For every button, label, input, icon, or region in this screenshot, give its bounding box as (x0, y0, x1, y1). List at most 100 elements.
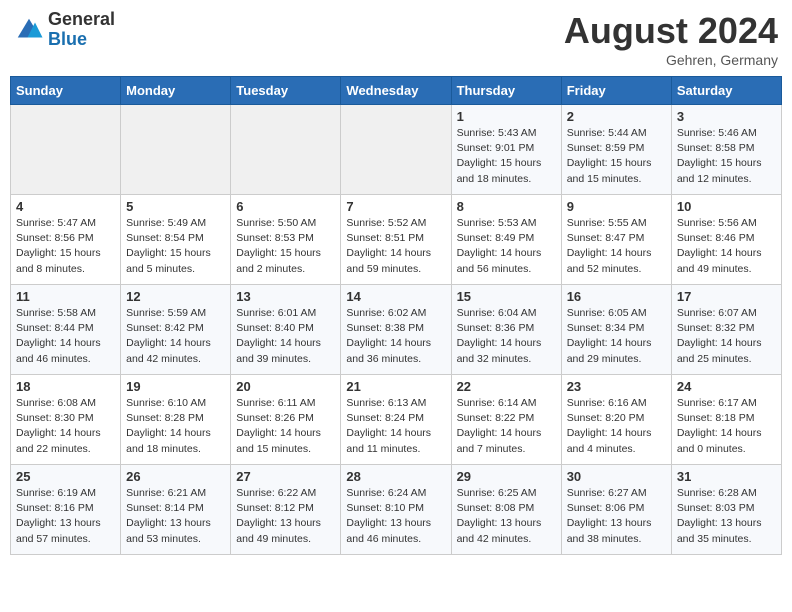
day-number: 13 (236, 289, 335, 304)
day-info: Sunrise: 6:10 AM Sunset: 8:28 PM Dayligh… (126, 396, 225, 457)
day-info: Sunrise: 6:08 AM Sunset: 8:30 PM Dayligh… (16, 396, 115, 457)
day-cell: 23Sunrise: 6:16 AM Sunset: 8:20 PM Dayli… (561, 375, 671, 465)
day-number: 30 (567, 469, 666, 484)
day-info: Sunrise: 5:56 AM Sunset: 8:46 PM Dayligh… (677, 216, 776, 277)
month-title: August 2024 (564, 10, 778, 52)
calendar-table: SundayMondayTuesdayWednesdayThursdayFrid… (10, 76, 782, 555)
day-info: Sunrise: 5:55 AM Sunset: 8:47 PM Dayligh… (567, 216, 666, 277)
day-cell (341, 105, 451, 195)
day-info: Sunrise: 6:27 AM Sunset: 8:06 PM Dayligh… (567, 486, 666, 547)
day-cell (11, 105, 121, 195)
day-info: Sunrise: 6:04 AM Sunset: 8:36 PM Dayligh… (457, 306, 556, 367)
page-header: General Blue August 2024 Gehren, Germany (10, 10, 782, 68)
day-cell: 6 Sunrise: 5:50 AM Sunset: 8:53 PM Daylig… (231, 195, 341, 285)
day-info: Sunrise: 5:50 AM Sunset: 8:53 PM Dayligh… (236, 216, 335, 277)
logo-text: General Blue (48, 10, 115, 50)
day-number: 26 (126, 469, 225, 484)
day-info: Sunrise: 6:13 AM Sunset: 8:24 PM Dayligh… (346, 396, 445, 457)
day-info: Sunrise: 5:59 AM Sunset: 8:42 PM Dayligh… (126, 306, 225, 367)
day-cell: 17 Sunrise: 6:07 AM Sunset: 8:32 PM Dayli… (671, 285, 781, 375)
calendar-header: SundayMondayTuesdayWednesdayThursdayFrid… (11, 77, 782, 105)
day-info: Sunrise: 6:25 AM Sunset: 8:08 PM Dayligh… (457, 486, 556, 547)
day-number: 31 (677, 469, 776, 484)
day-info: Sunrise: 6:14 AM Sunset: 8:22 PM Dayligh… (457, 396, 556, 457)
day-cell: 24Sunrise: 6:17 AM Sunset: 8:18 PM Dayli… (671, 375, 781, 465)
day-info: Sunrise: 5:43 AM Sunset: 9:01 PM Dayligh… (457, 126, 556, 187)
day-header-wednesday: Wednesday (341, 77, 451, 105)
day-number: 19 (126, 379, 225, 394)
logo-general-text: General (48, 10, 115, 30)
week-row-3: 11 Sunrise: 5:58 AM Sunset: 8:44 PM Dayli… (11, 285, 782, 375)
day-number: 8 (457, 199, 556, 214)
week-row-5: 25 Sunrise: 6:19 AM Sunset: 8:16 PM Dayli… (11, 465, 782, 555)
day-number: 3 (677, 109, 776, 124)
day-header-tuesday: Tuesday (231, 77, 341, 105)
day-info: Sunrise: 6:16 AM Sunset: 8:20 PM Dayligh… (567, 396, 666, 457)
day-info: Sunrise: 6:07 AM Sunset: 8:32 PM Dayligh… (677, 306, 776, 367)
day-cell: 5 Sunrise: 5:49 AM Sunset: 8:54 PM Daylig… (121, 195, 231, 285)
day-info: Sunrise: 5:52 AM Sunset: 8:51 PM Dayligh… (346, 216, 445, 277)
day-number: 9 (567, 199, 666, 214)
day-info: Sunrise: 5:44 AM Sunset: 8:59 PM Dayligh… (567, 126, 666, 187)
day-number: 22 (457, 379, 556, 394)
day-header-monday: Monday (121, 77, 231, 105)
day-number: 7 (346, 199, 445, 214)
day-cell: 14Sunrise: 6:02 AM Sunset: 8:38 PM Dayli… (341, 285, 451, 375)
day-number: 24 (677, 379, 776, 394)
day-info: Sunrise: 6:28 AM Sunset: 8:03 PM Dayligh… (677, 486, 776, 547)
week-row-2: 4Sunrise: 5:47 AM Sunset: 8:56 PM Daylig… (11, 195, 782, 285)
day-cell: 18 Sunrise: 6:08 AM Sunset: 8:30 PM Dayli… (11, 375, 121, 465)
day-info: Sunrise: 6:02 AM Sunset: 8:38 PM Dayligh… (346, 306, 445, 367)
day-number: 12 (126, 289, 225, 304)
day-cell: 21Sunrise: 6:13 AM Sunset: 8:24 PM Dayli… (341, 375, 451, 465)
day-info: Sunrise: 6:05 AM Sunset: 8:34 PM Dayligh… (567, 306, 666, 367)
day-cell: 3 Sunrise: 5:46 AM Sunset: 8:58 PM Daylig… (671, 105, 781, 195)
day-number: 29 (457, 469, 556, 484)
day-cell: 4Sunrise: 5:47 AM Sunset: 8:56 PM Daylig… (11, 195, 121, 285)
day-number: 5 (126, 199, 225, 214)
day-info: Sunrise: 6:22 AM Sunset: 8:12 PM Dayligh… (236, 486, 335, 547)
day-number: 18 (16, 379, 115, 394)
location-text: Gehren, Germany (564, 52, 778, 68)
day-cell: 31 Sunrise: 6:28 AM Sunset: 8:03 PM Dayli… (671, 465, 781, 555)
day-number: 15 (457, 289, 556, 304)
day-cell: 27Sunrise: 6:22 AM Sunset: 8:12 PM Dayli… (231, 465, 341, 555)
day-info: Sunrise: 6:19 AM Sunset: 8:16 PM Dayligh… (16, 486, 115, 547)
day-info: Sunrise: 5:47 AM Sunset: 8:56 PM Dayligh… (16, 216, 115, 277)
day-cell: 9 Sunrise: 5:55 AM Sunset: 8:47 PM Daylig… (561, 195, 671, 285)
logo: General Blue (14, 10, 115, 50)
day-cell: 20 Sunrise: 6:11 AM Sunset: 8:26 PM Dayli… (231, 375, 341, 465)
day-header-saturday: Saturday (671, 77, 781, 105)
day-info: Sunrise: 5:53 AM Sunset: 8:49 PM Dayligh… (457, 216, 556, 277)
day-cell: 25 Sunrise: 6:19 AM Sunset: 8:16 PM Dayli… (11, 465, 121, 555)
header-row: SundayMondayTuesdayWednesdayThursdayFrid… (11, 77, 782, 105)
day-cell: 26 Sunrise: 6:21 AM Sunset: 8:14 PM Dayli… (121, 465, 231, 555)
day-info: Sunrise: 5:49 AM Sunset: 8:54 PM Dayligh… (126, 216, 225, 277)
day-number: 20 (236, 379, 335, 394)
day-cell: 29 Sunrise: 6:25 AM Sunset: 8:08 PM Dayli… (451, 465, 561, 555)
day-cell: 16 Sunrise: 6:05 AM Sunset: 8:34 PM Dayli… (561, 285, 671, 375)
week-row-4: 18 Sunrise: 6:08 AM Sunset: 8:30 PM Dayli… (11, 375, 782, 465)
title-area: August 2024 Gehren, Germany (564, 10, 778, 68)
day-info: Sunrise: 6:01 AM Sunset: 8:40 PM Dayligh… (236, 306, 335, 367)
day-number: 11 (16, 289, 115, 304)
day-info: Sunrise: 6:21 AM Sunset: 8:14 PM Dayligh… (126, 486, 225, 547)
day-cell: 30 Sunrise: 6:27 AM Sunset: 8:06 PM Dayli… (561, 465, 671, 555)
calendar-body: 1Sunrise: 5:43 AM Sunset: 9:01 PM Daylig… (11, 105, 782, 555)
day-info: Sunrise: 6:24 AM Sunset: 8:10 PM Dayligh… (346, 486, 445, 547)
day-info: Sunrise: 5:46 AM Sunset: 8:58 PM Dayligh… (677, 126, 776, 187)
day-cell: 22 Sunrise: 6:14 AM Sunset: 8:22 PM Dayli… (451, 375, 561, 465)
day-cell (231, 105, 341, 195)
day-info: Sunrise: 5:58 AM Sunset: 8:44 PM Dayligh… (16, 306, 115, 367)
day-number: 25 (16, 469, 115, 484)
day-number: 6 (236, 199, 335, 214)
day-cell: 10Sunrise: 5:56 AM Sunset: 8:46 PM Dayli… (671, 195, 781, 285)
day-number: 17 (677, 289, 776, 304)
day-cell: 11 Sunrise: 5:58 AM Sunset: 8:44 PM Dayli… (11, 285, 121, 375)
day-header-friday: Friday (561, 77, 671, 105)
day-header-sunday: Sunday (11, 77, 121, 105)
day-number: 16 (567, 289, 666, 304)
day-info: Sunrise: 6:11 AM Sunset: 8:26 PM Dayligh… (236, 396, 335, 457)
day-cell: 15 Sunrise: 6:04 AM Sunset: 8:36 PM Dayli… (451, 285, 561, 375)
day-cell: 1Sunrise: 5:43 AM Sunset: 9:01 PM Daylig… (451, 105, 561, 195)
